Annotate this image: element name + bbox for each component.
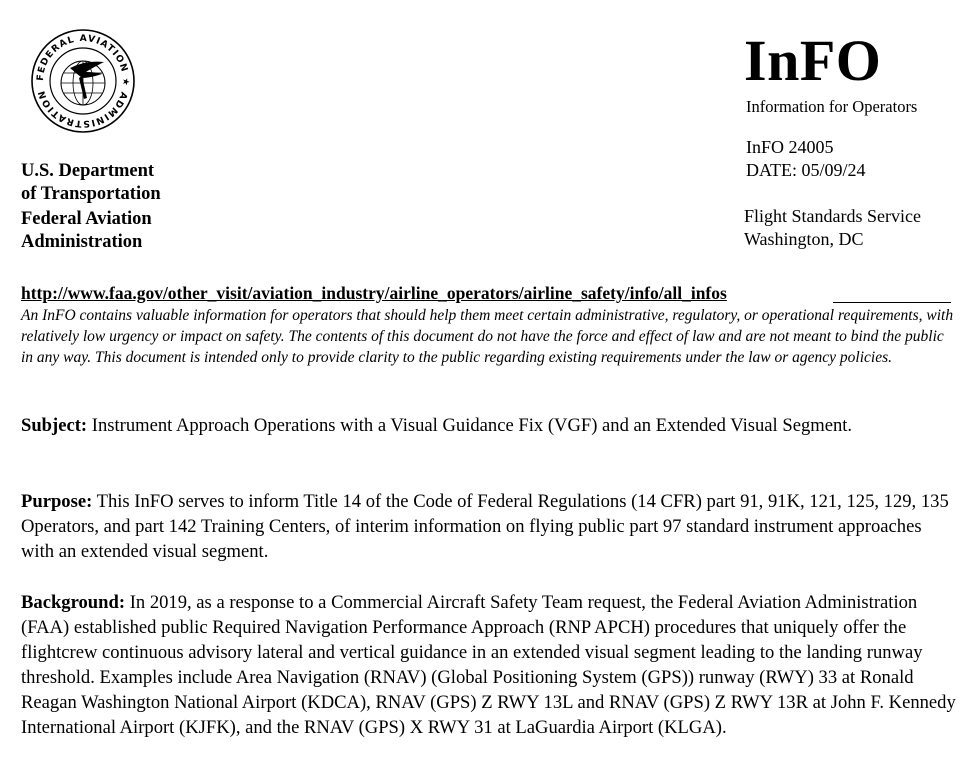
department-block: U.S. Department of Transportation Federa… (21, 160, 161, 254)
agency-line-2: Administration (21, 232, 143, 252)
background-label: Background: (21, 592, 126, 613)
info-date: DATE: 05/09/24 (746, 160, 866, 180)
office-line-2: Washington, DC (744, 229, 864, 249)
purpose-label: Purpose: (21, 491, 93, 512)
page-subtitle: Information for Operators (746, 97, 918, 116)
department-line-2: of Transportation (21, 184, 161, 204)
purpose-paragraph: Purpose: This InFO serves to inform Titl… (21, 489, 956, 564)
info-number: InFO 24005 (746, 137, 834, 157)
page-title: InFO (744, 28, 882, 93)
disclaimer-text: An InFO contains valuable information fo… (21, 307, 954, 366)
office-line-1: Flight Standards Service (744, 206, 921, 226)
subject-label: Subject: (21, 415, 88, 436)
faa-seal-logo: FEDERAL AVIATION ★ ADMINISTRATION ★ (30, 28, 135, 133)
subject-paragraph: Subject: Instrument Approach Operations … (21, 413, 956, 438)
url-underline-rule (833, 302, 951, 303)
subject-text: Instrument Approach Operations with a Vi… (91, 415, 853, 436)
info-number-block: InFO 24005 DATE: 05/09/24 (746, 136, 866, 182)
agency-line-1: Federal Aviation (21, 209, 152, 229)
department-line-1: U.S. Department (21, 161, 155, 181)
office-block: Flight Standards Service Washington, DC (744, 205, 921, 251)
purpose-text: This InFO serves to inform Title 14 of t… (21, 491, 949, 562)
background-text: In 2019, as a response to a Commercial A… (21, 592, 956, 738)
background-paragraph: Background: In 2019, as a response to a … (21, 590, 956, 740)
info-url-link[interactable]: http://www.faa.gov/other_visit/aviation_… (21, 283, 727, 303)
